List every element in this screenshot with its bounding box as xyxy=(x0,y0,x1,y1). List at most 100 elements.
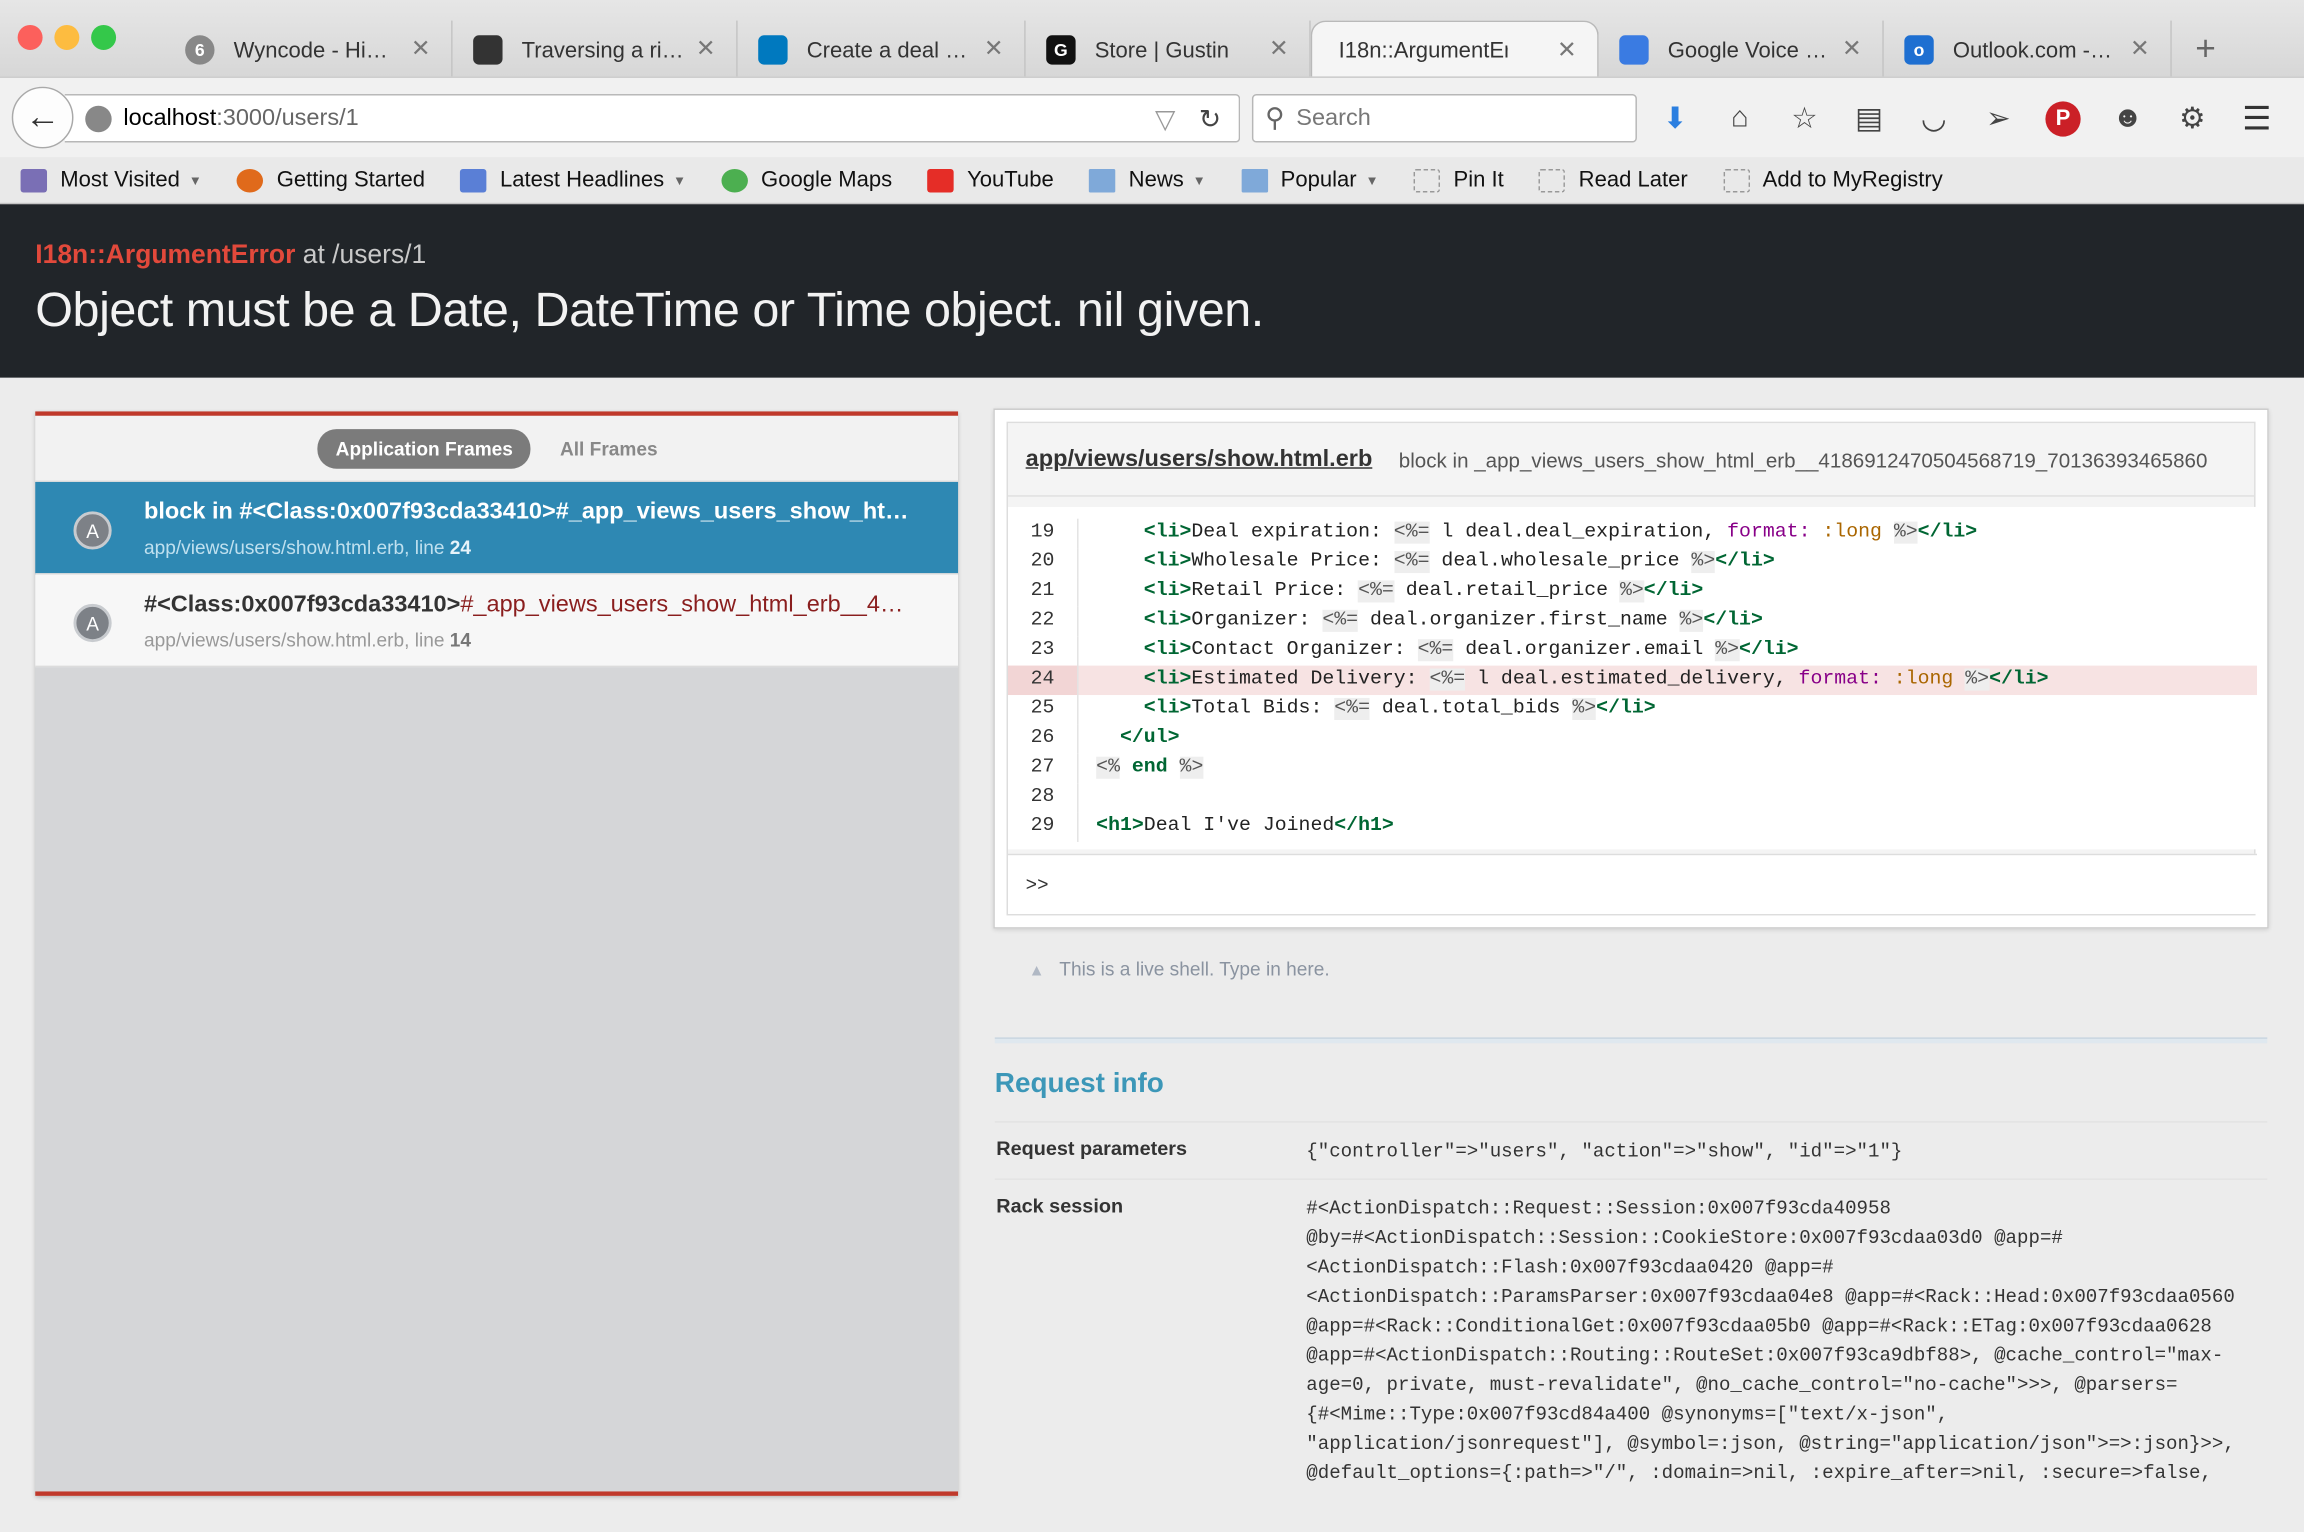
bookmark-news[interactable]: News ▼ xyxy=(1068,168,1220,192)
code-line: 26 </ul> xyxy=(1008,724,2257,754)
home-icon[interactable]: ⌂ xyxy=(1722,101,1757,135)
new-tab-button[interactable]: + xyxy=(2195,29,2216,70)
section-divider xyxy=(994,1037,2268,1044)
frames-filter: Application Frames All Frames xyxy=(35,415,959,482)
tab-6[interactable]: Google Voice … ✕ xyxy=(1599,20,1884,80)
send-icon[interactable]: ➢ xyxy=(1981,100,2016,137)
source-header: app/views/users/show.html.erb block in _… xyxy=(1008,423,2255,497)
bookmark-youtube[interactable]: YouTube xyxy=(907,168,1069,192)
firefox-icon xyxy=(237,168,264,192)
exception-name: I18n::ArgumentError xyxy=(35,239,296,269)
request-parameters-label: Request parameters xyxy=(996,1137,1187,1160)
tab-close-icon[interactable]: ✕ xyxy=(984,34,1004,63)
reading-list-icon[interactable]: ▤ xyxy=(1851,100,1886,137)
pinterest-icon[interactable]: P xyxy=(2045,100,2081,136)
line-source xyxy=(1079,783,1097,812)
code-line: 22 <li>Organizer: <%= deal.organizer.fir… xyxy=(1008,606,2257,637)
tab-4[interactable]: G Store | Gustin ✕ xyxy=(1026,20,1311,80)
url-path: :3000/users/1 xyxy=(216,105,359,131)
globe-icon xyxy=(85,105,112,132)
console-hint-text: This is a live shell. Type in here. xyxy=(1059,958,1330,981)
frame-avatar: A xyxy=(73,511,112,550)
extension-icon[interactable]: ⚙ xyxy=(2175,100,2210,137)
frame-line: 24 xyxy=(449,536,472,559)
back-button[interactable]: ← xyxy=(11,86,74,149)
minimize-window-button[interactable] xyxy=(54,24,80,50)
rss-icon xyxy=(460,168,487,192)
maps-icon xyxy=(721,168,748,192)
chevron-down-icon: ▼ xyxy=(1192,172,1206,188)
bookmark-popular[interactable]: Popular ▼ xyxy=(1220,167,1393,193)
rack-session-row: Rack session #<ActionDispatch::Request::… xyxy=(994,1178,2268,1531)
downloads-icon[interactable]: ⬇ xyxy=(1657,100,1692,137)
url-host: localhost xyxy=(123,105,217,131)
reload-icon[interactable]: ↻ xyxy=(1199,104,1221,135)
bookmark-pin-it[interactable]: Pin It xyxy=(1393,168,1518,192)
line-source: </ul> xyxy=(1119,727,1180,750)
search-icon: ⚲ xyxy=(1265,102,1285,133)
search-input[interactable]: ⚲ Search xyxy=(1251,94,1637,143)
console-prompt: >> xyxy=(1025,874,1049,897)
chat-icon[interactable]: ☻ xyxy=(2110,101,2145,135)
folder-icon xyxy=(1240,168,1268,192)
frames-panel: Application Frames All Frames Ablock in … xyxy=(35,411,959,1496)
frame-item[interactable]: A #<Class:0x007f93cda33410>#_app_views_us… xyxy=(35,574,959,668)
history-dropdown-icon[interactable]: ▽ xyxy=(1155,104,1175,135)
line-number: 29 xyxy=(1008,812,1079,842)
frame-method: block in #<Class:0x007f93cda33410>#_app_… xyxy=(144,499,909,525)
source-code: 19 <li>Deal expiration: <%= l deal.deal_… xyxy=(1008,506,2257,850)
tab-close-icon[interactable]: ✕ xyxy=(696,34,716,63)
console-input[interactable]: >> xyxy=(1008,853,2257,914)
code-line: 25 <li>Total Bids: <%= deal.total_bids %… xyxy=(1008,695,2257,725)
bookmark-most-visited[interactable]: Most Visited ▼ xyxy=(0,168,217,192)
source-file-link[interactable]: app/views/users/show.html.erb xyxy=(1026,446,1373,472)
frame-file: app/views/users/show.html.erb, line xyxy=(144,628,450,651)
line-source: <li>Estimated Delivery: <%= l deal.estim… xyxy=(1143,668,2049,691)
chevron-down-icon: ▼ xyxy=(673,172,687,188)
github-icon xyxy=(473,35,503,65)
bookmark-add-to-myregistry[interactable]: Add to MyRegistry xyxy=(1702,168,1957,192)
toolbar-icons: ⬇ ⌂ ☆ ▤ ◡ ➢ P ☻ ⚙ xyxy=(1657,100,2209,137)
bookmark-latest-headlines[interactable]: Latest Headlines ▼ xyxy=(440,168,701,192)
source-block-name: block in _app_views_users_show_html_erb_… xyxy=(1398,447,2208,471)
bookmark-label: Popular xyxy=(1280,167,1357,193)
bookmark-label: Read Later xyxy=(1578,167,1688,193)
line-source: <li>Retail Price: <%= deal.retail_price … xyxy=(1143,580,1704,603)
url-bar[interactable]: localhost:3000/users/1 ▽ ↻ xyxy=(64,94,1241,143)
bookmark-label: Getting Started xyxy=(276,167,426,193)
close-window-button[interactable] xyxy=(17,24,43,50)
menu-icon[interactable]: ☰ xyxy=(2242,100,2271,138)
tab-5[interactable]: I18n::ArgumentErr… ✕ xyxy=(1310,20,1599,80)
tab-close-icon[interactable]: ✕ xyxy=(1269,34,1289,63)
tab-label: Google Voice … xyxy=(1667,37,1828,63)
tab-label: Traversing a ri… xyxy=(521,37,684,63)
line-number: 25 xyxy=(1008,695,1079,725)
zoom-window-button[interactable] xyxy=(91,24,117,50)
folder-icon xyxy=(1088,168,1116,192)
tab-application-frames[interactable]: Application Frames xyxy=(318,428,531,469)
tab-7[interactable]: o Outlook.com -… ✕ xyxy=(1884,20,2172,80)
tab-close-icon[interactable]: ✕ xyxy=(411,34,431,63)
frame-item[interactable]: Ablock in #<Class:0x007f93cda33410>#_app… xyxy=(35,481,959,575)
tab-label: Outlook.com -… xyxy=(1952,37,2113,63)
line-number: 23 xyxy=(1008,636,1079,666)
error-title: I18n::ArgumentError at /users/1 xyxy=(35,240,426,271)
tab-1[interactable]: 6 Wyncode - Hi… ✕ xyxy=(165,20,453,80)
tab-all-frames[interactable]: All Frames xyxy=(542,428,675,468)
line-source: <li>Total Bids: <%= deal.total_bids %></… xyxy=(1143,697,1656,721)
console-hint: ▲ This is a live shell. Type in here. xyxy=(1029,958,1330,980)
pocket-icon[interactable]: ◡ xyxy=(1916,100,1951,137)
bookmark-google-maps[interactable]: Google Maps xyxy=(701,168,907,192)
tab-close-icon[interactable]: ✕ xyxy=(1842,34,1862,63)
tab-label: Store | Gustin xyxy=(1094,37,1230,63)
navigation-bar: localhost:3000/users/1 ▽ ↻ ← ⚲ Search ⬇ … xyxy=(0,76,2304,158)
bookmark-star-icon[interactable]: ☆ xyxy=(1787,100,1822,137)
bookmark-getting-started[interactable]: Getting Started xyxy=(217,167,440,193)
outlook-icon: o xyxy=(1904,35,1934,65)
tab-2[interactable]: Traversing a ri… ✕ xyxy=(453,20,738,80)
tab-close-icon[interactable]: ✕ xyxy=(2130,34,2150,63)
tab-3[interactable]: Create a deal … ✕ xyxy=(738,20,1026,80)
bookmark-read-later[interactable]: Read Later xyxy=(1518,167,1702,193)
tab-close-icon[interactable]: ✕ xyxy=(1557,35,1577,64)
window-controls xyxy=(17,24,117,50)
